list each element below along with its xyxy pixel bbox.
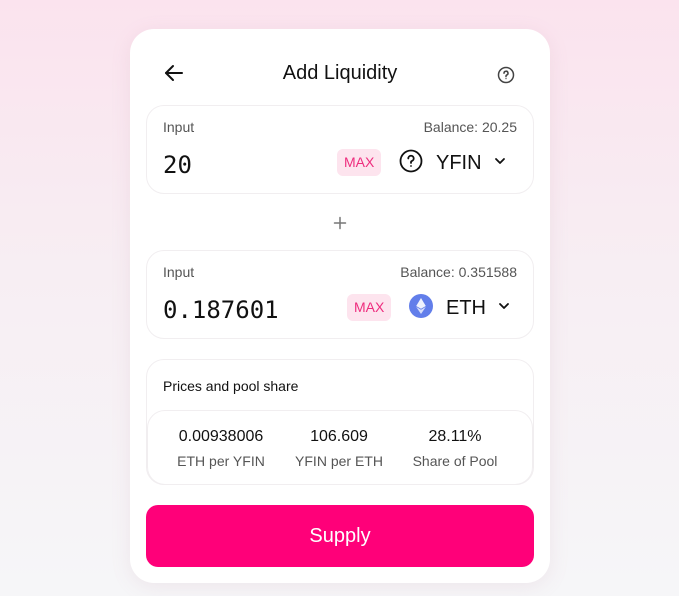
prices-and-pool-share: Prices and pool share 0.00938006 ETH per… — [146, 359, 534, 485]
stat-eth-per-yfin: 0.00938006 ETH per YFIN — [161, 428, 281, 469]
stat-label: ETH per YFIN — [177, 453, 265, 469]
pool-stats: 0.00938006 ETH per YFIN 106.609 YFIN per… — [147, 410, 533, 485]
stat-label: Share of Pool — [412, 453, 498, 469]
question-circle-icon[interactable] — [496, 65, 516, 85]
input-label: Input — [163, 119, 195, 135]
max-button[interactable]: MAX — [337, 149, 382, 176]
token-selector-yfin[interactable]: YFIN — [399, 148, 507, 178]
balance-text: Balance: 20.25 — [423, 119, 517, 135]
chevron-down-icon — [497, 299, 511, 318]
input-label: Input — [163, 264, 195, 280]
token-name: ETH — [446, 296, 486, 319]
stat-value: 0.00938006 — [178, 428, 264, 445]
stat-yfin-per-eth: 106.609 YFIN per ETH — [279, 428, 399, 469]
amount-input-eth[interactable] — [163, 294, 333, 326]
stat-label: YFIN per ETH — [295, 453, 383, 469]
max-button[interactable]: MAX — [347, 294, 392, 321]
stat-value: 28.11% — [428, 428, 482, 445]
ethereum-icon — [409, 293, 433, 323]
stat-value: 106.609 — [310, 428, 368, 445]
token-selector-eth[interactable]: ETH — [409, 293, 511, 323]
amount-input-yfin[interactable] — [163, 149, 333, 181]
plus-icon — [330, 213, 350, 233]
page-title: Add Liquidity — [282, 62, 398, 84]
supply-button[interactable]: Supply — [146, 505, 534, 567]
input-panel-yfin: Input Balance: 20.25 MAX YFIN — [146, 105, 534, 194]
add-liquidity-card: Add Liquidity Input Balance: 20.25 MAX Y… — [130, 29, 550, 583]
stat-share-of-pool: 28.11% Share of Pool — [395, 428, 515, 469]
token-name: YFIN — [436, 151, 482, 174]
input-panel-eth: Input Balance: 0.351588 MAX ETH — [146, 250, 534, 339]
balance-text: Balance: 0.351588 — [400, 264, 517, 280]
question-circle-icon — [399, 149, 423, 178]
chevron-down-icon — [493, 154, 507, 173]
pool-section-title: Prices and pool share — [163, 378, 299, 394]
